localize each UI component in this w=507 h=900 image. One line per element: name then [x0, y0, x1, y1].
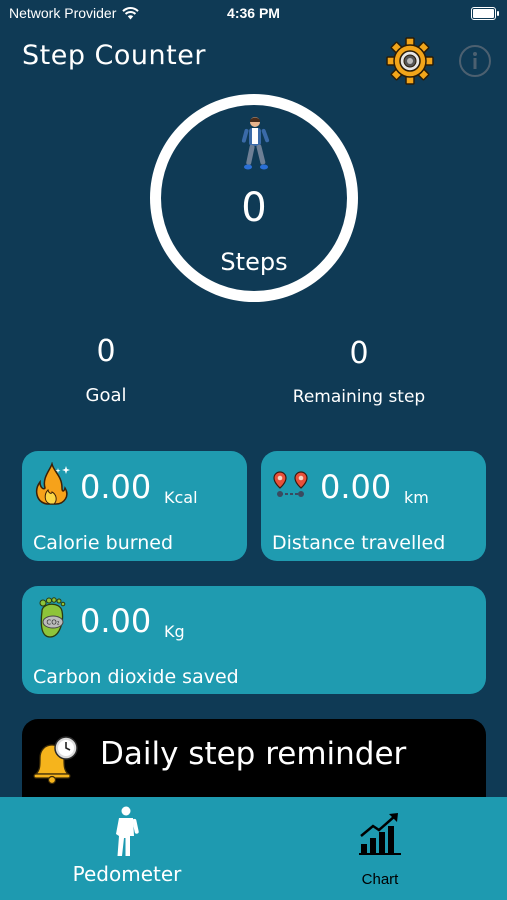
calorie-value: 0.00	[80, 468, 152, 506]
distance-value: 0.00	[320, 468, 392, 506]
steps-label: Steps	[220, 248, 288, 276]
remaining-value: 0	[349, 336, 369, 371]
bell-clock-icon	[33, 736, 78, 784]
nav-chart-label[interactable]: Chart	[330, 871, 430, 888]
gear-icon[interactable]	[386, 37, 434, 85]
walking-person-icon	[116, 806, 139, 856]
nav-pedometer[interactable]	[107, 806, 147, 858]
status-time: 4:36 PM	[227, 5, 280, 21]
svg-text:CO₂: CO₂	[46, 619, 59, 627]
battery-icon	[471, 7, 499, 20]
route-pins-icon	[273, 471, 308, 497]
goal-value[interactable]: 0	[26, 334, 186, 369]
carbon-unit: Kg	[164, 622, 185, 641]
distance-unit: km	[404, 488, 429, 507]
step-count: 0	[241, 185, 267, 231]
status-bar: Network Provider 4:36 PM	[0, 0, 507, 28]
nav-pedometer-label[interactable]: Pedometer	[47, 862, 207, 886]
fire-icon	[35, 462, 70, 505]
walking-person-icon	[241, 117, 270, 170]
goal-label: Goal	[85, 385, 127, 406]
co2-footprint-icon: CO₂	[39, 597, 66, 638]
daily-reminder-label[interactable]: Daily step reminder	[100, 736, 406, 772]
distance-label: Distance travelled	[272, 532, 446, 554]
calorie-label: Calorie burned	[33, 532, 174, 554]
carbon-value: 0.00	[80, 602, 152, 640]
info-icon[interactable]	[458, 44, 492, 78]
nav-chart[interactable]	[357, 810, 403, 856]
carbon-label: Carbon dioxide saved	[33, 666, 239, 688]
app-title: Step Counter	[22, 40, 206, 71]
remaining-label: Remaining step	[292, 387, 426, 407]
calorie-unit: Kcal	[164, 488, 198, 507]
growth-chart-icon	[359, 813, 401, 855]
